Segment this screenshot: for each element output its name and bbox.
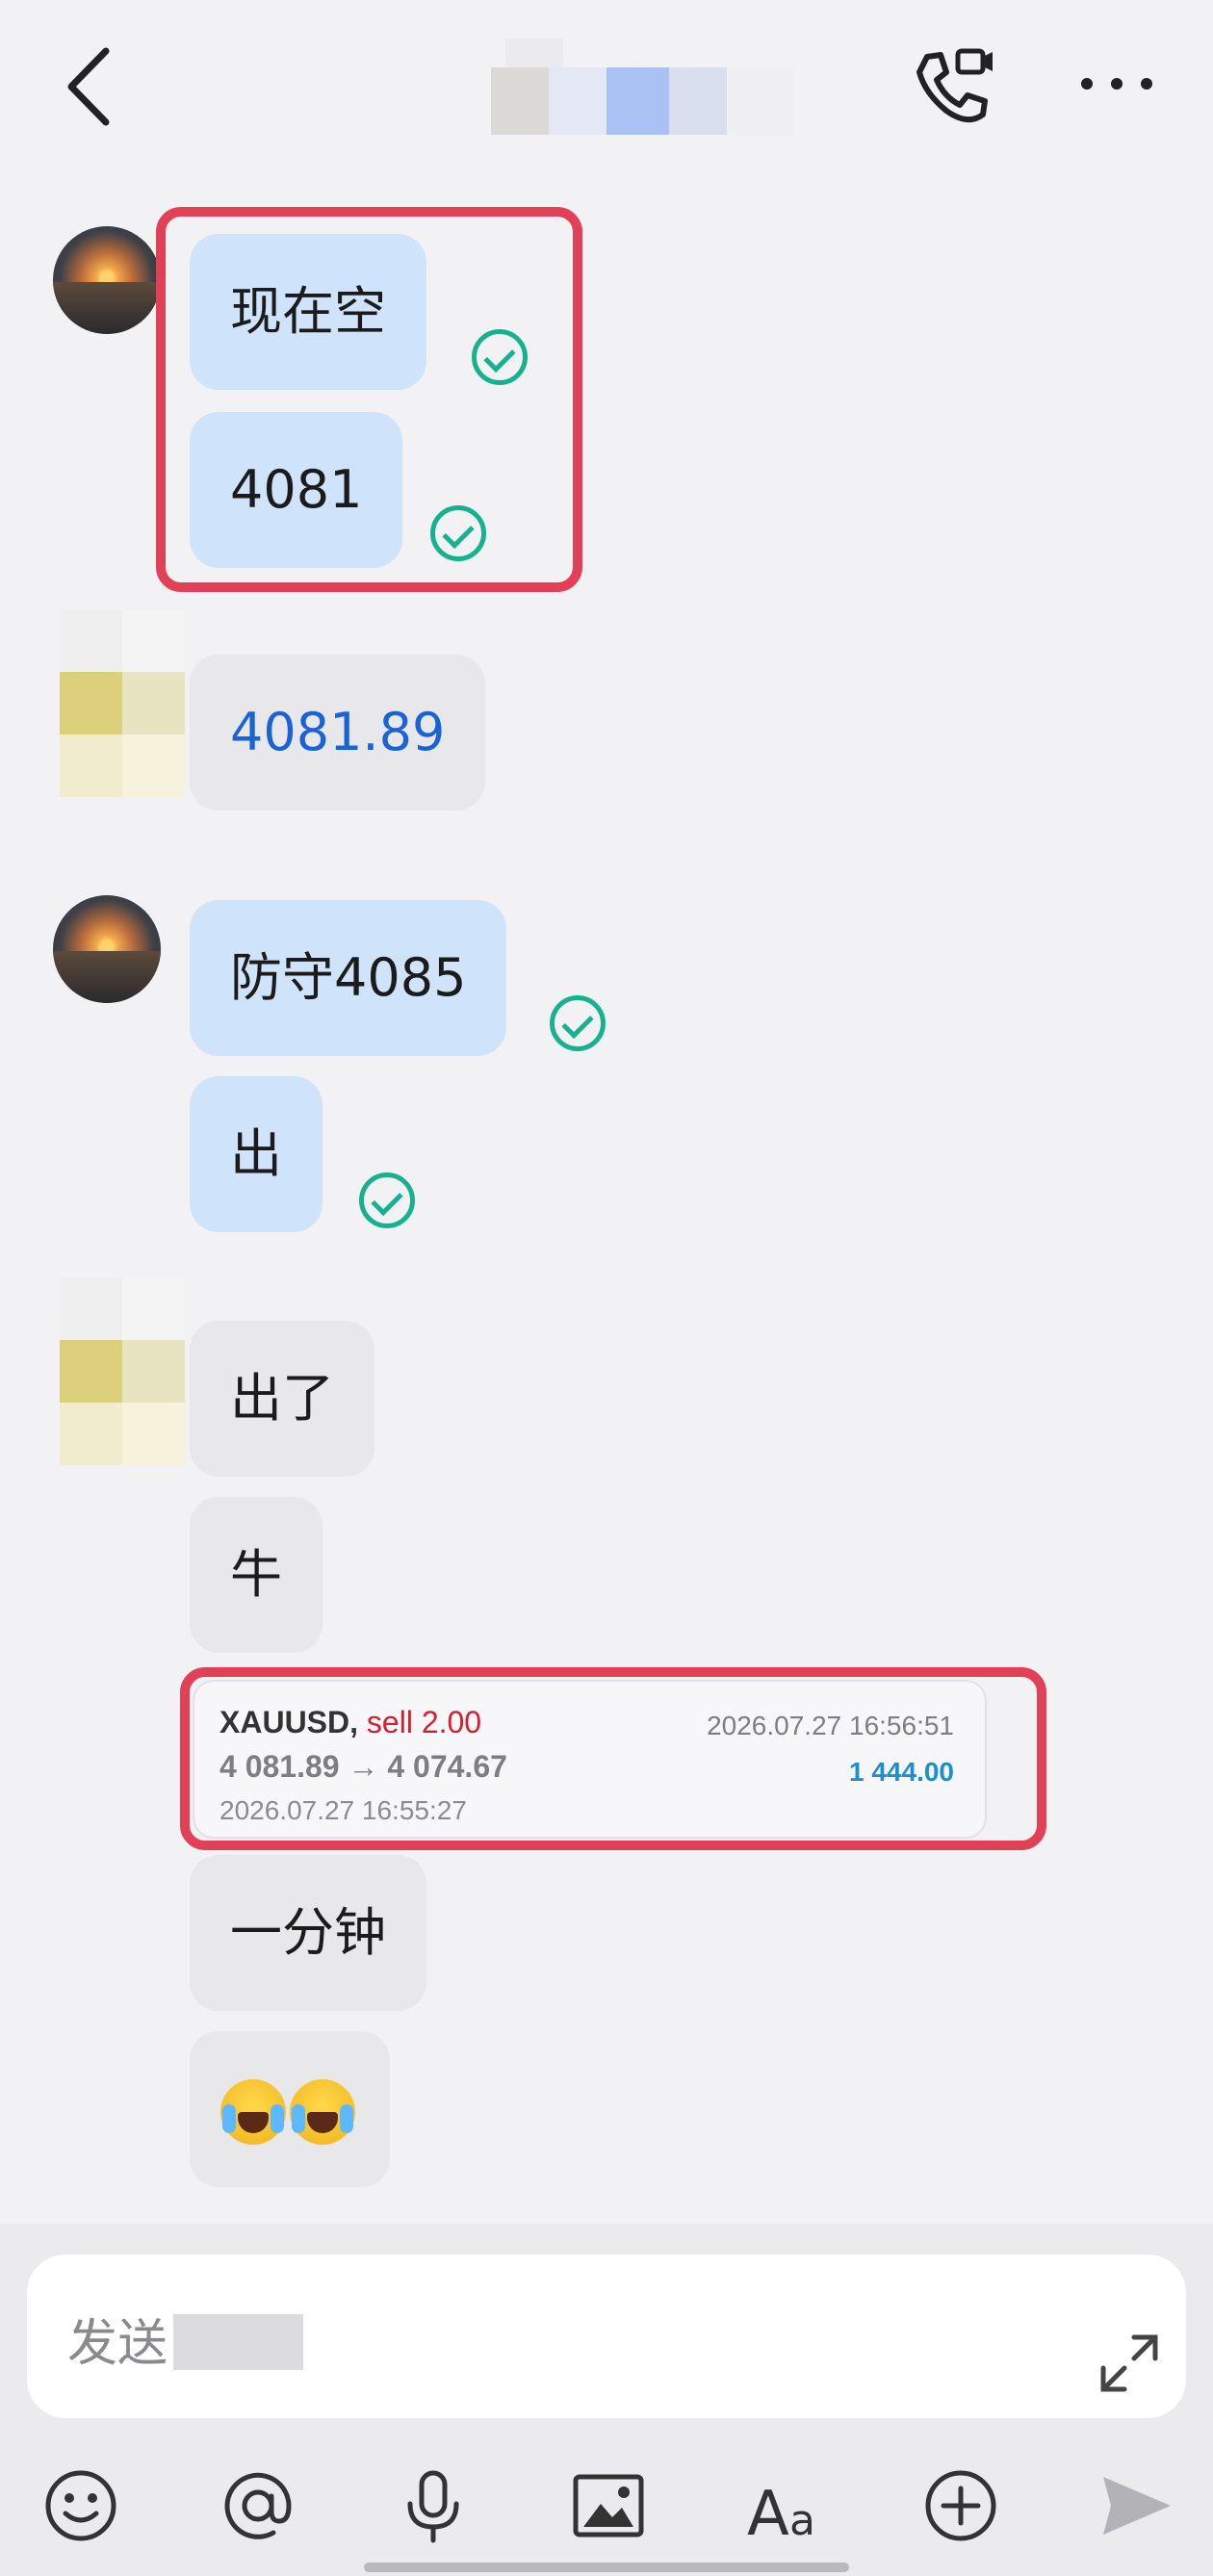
message-bubble[interactable]: 出了 (190, 1321, 374, 1477)
svg-text:a: a (789, 2496, 815, 2544)
message-input[interactable]: 发送 (27, 2254, 1186, 2418)
image-icon (573, 2474, 644, 2537)
send-button[interactable] (1088, 2450, 1184, 2556)
home-indicator (364, 2563, 849, 2572)
message-bubble[interactable]: 4081.89 (190, 655, 486, 811)
my-avatar[interactable] (53, 226, 161, 334)
read-check-icon (359, 1172, 415, 1228)
crying-laughing-emoji-icon (220, 2079, 286, 2146)
ellipsis-icon (1081, 78, 1152, 90)
phone-video-icon (916, 48, 993, 123)
composer: 发送 A a (0, 2224, 1213, 2576)
mention-button[interactable] (210, 2450, 306, 2556)
composer-toolbar: A a (0, 2450, 1213, 2556)
call-button[interactable] (910, 43, 996, 130)
mention-icon (224, 2472, 292, 2539)
message-bubble[interactable]: 牛 (190, 1497, 323, 1653)
more-options-button[interactable] (1073, 63, 1160, 106)
contact-name-blurred (481, 10, 799, 135)
microphone-icon (407, 2470, 459, 2543)
image-button[interactable] (560, 2450, 657, 2556)
highlight-box (156, 207, 582, 592)
message-bubble[interactable]: 防守4085 (190, 900, 507, 1056)
emoji-icon (45, 2470, 116, 2541)
my-avatar[interactable] (53, 895, 161, 1003)
expand-icon (1100, 2334, 1158, 2392)
crying-laughing-emoji-icon (290, 2079, 355, 2146)
message-list[interactable]: 现在空 4081 4081.89 防守4085 出 出了 牛 XAUUSD, s… (0, 173, 1213, 2224)
read-check-icon (550, 995, 606, 1051)
voice-button[interactable] (385, 2450, 481, 2556)
font-button[interactable]: A a (737, 2450, 834, 2556)
plus-icon (925, 2470, 996, 2541)
highlight-box (180, 1667, 1046, 1850)
emoji-button[interactable] (33, 2450, 129, 2556)
font-icon: A a (747, 2479, 815, 2544)
message-bubble[interactable]: 出 (190, 1076, 323, 1232)
plus-button[interactable] (913, 2450, 1009, 2556)
contact-avatar-blurred[interactable] (60, 1277, 185, 1465)
chevron-left-icon (67, 47, 110, 126)
svg-text:A: A (747, 2479, 789, 2544)
expand-button[interactable] (1096, 2330, 1163, 2397)
message-bubble[interactable]: 一分钟 (190, 1855, 426, 2011)
input-placeholder: 发送 (67, 2315, 168, 2373)
placeholder-blurred (173, 2314, 303, 2370)
contact-avatar-blurred[interactable] (60, 609, 185, 797)
back-button[interactable] (58, 43, 125, 130)
emoji-message-bubble[interactable] (190, 2031, 390, 2187)
send-icon (1103, 2477, 1171, 2535)
chat-header (0, 0, 1213, 173)
